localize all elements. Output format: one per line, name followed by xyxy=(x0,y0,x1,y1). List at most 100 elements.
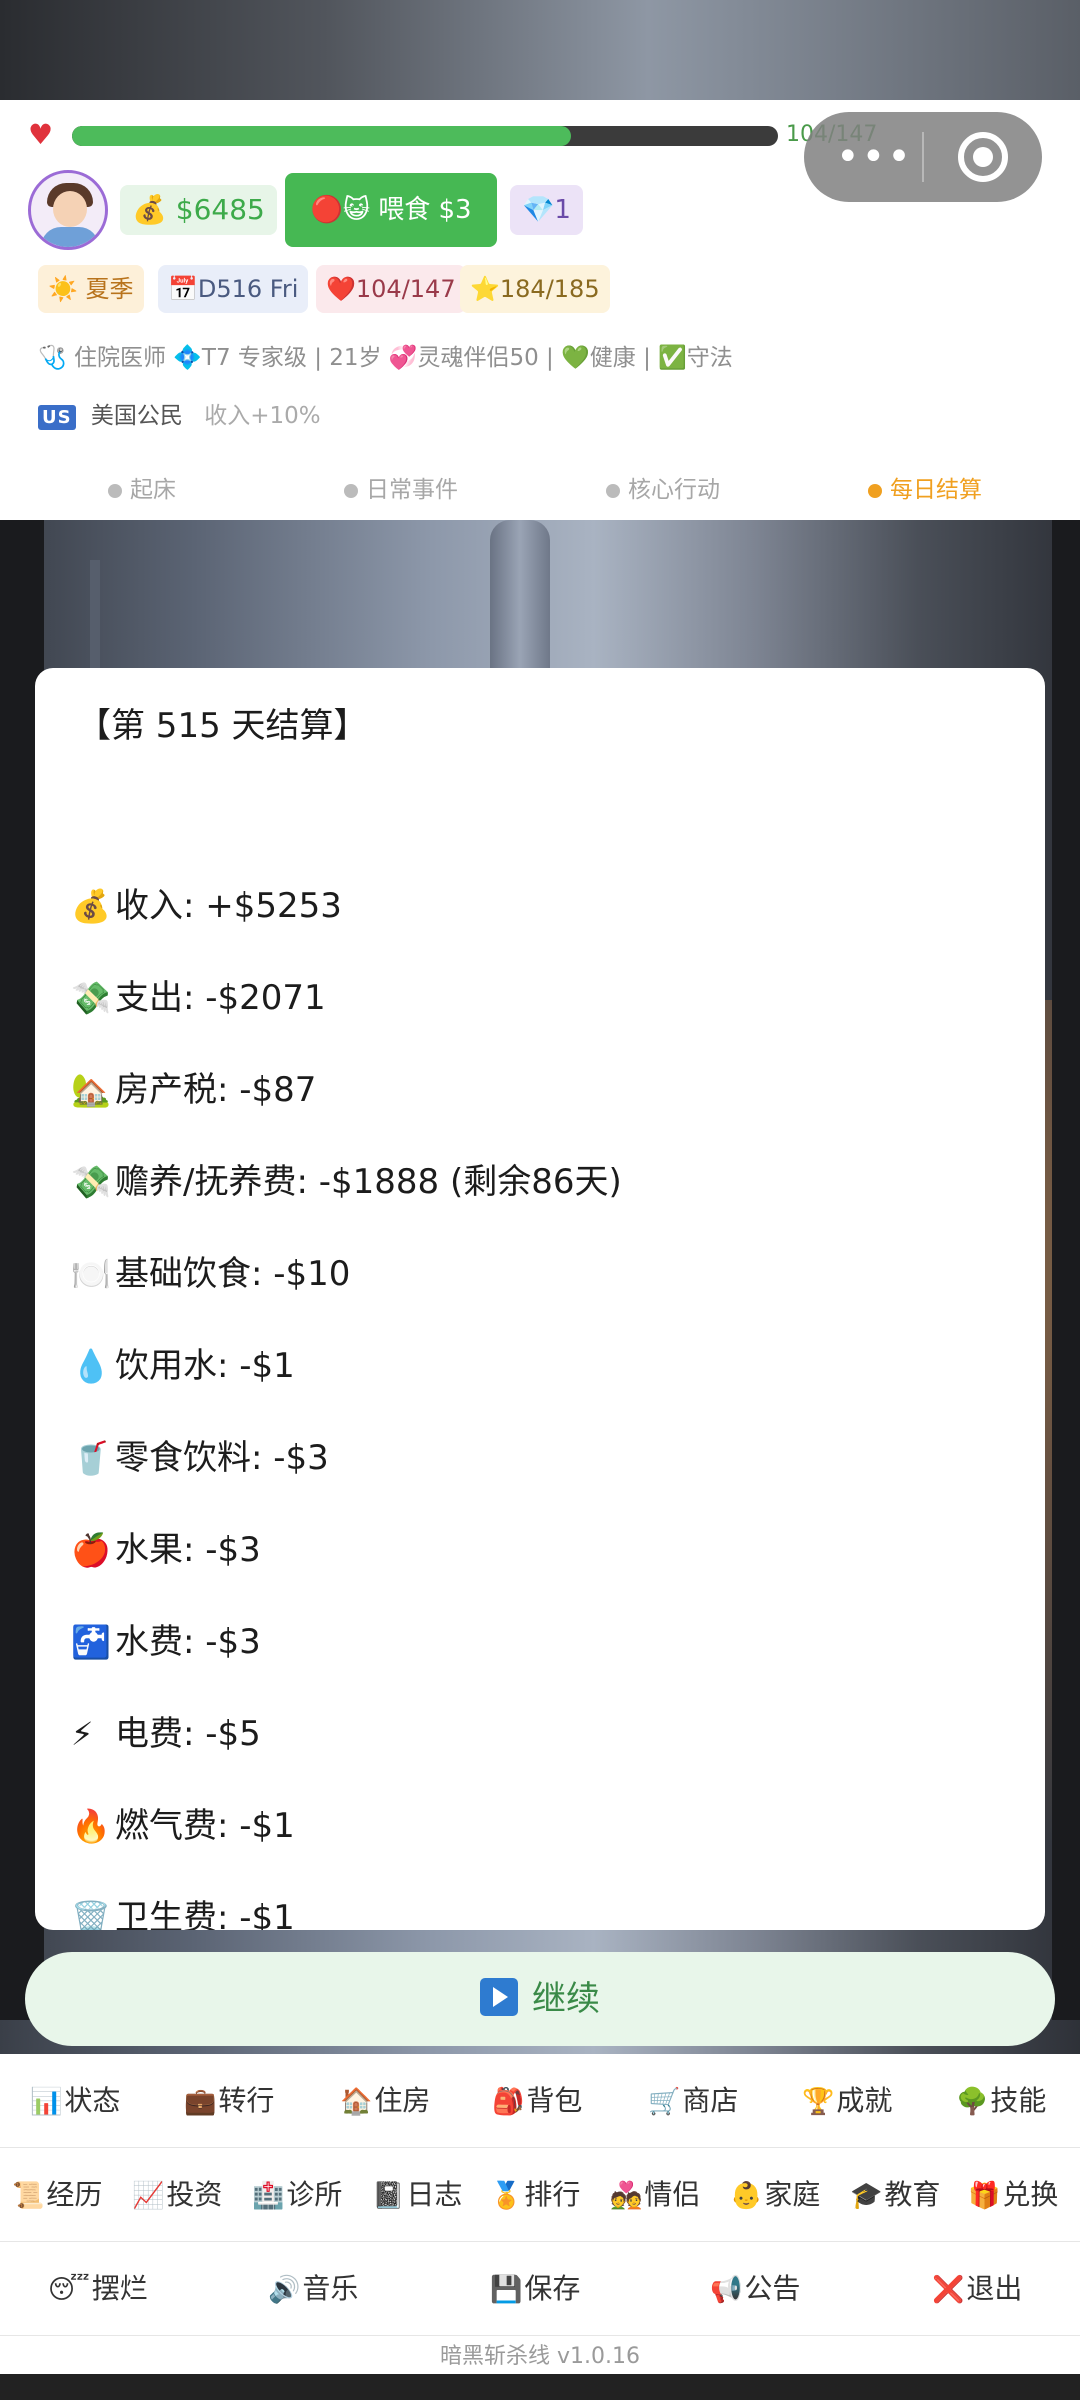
baby-icon: 👶 xyxy=(730,2181,763,2211)
line-text: 支出: -$2071 xyxy=(115,978,326,1018)
line-icon: 💧 xyxy=(71,1347,111,1385)
menu-item-skills[interactable]: 🌳技能 xyxy=(956,2054,1046,2148)
settlement-line: 🏡 房产税: -$87 xyxy=(71,1062,1011,1154)
settlement-line: 🗑️ 卫生费: -$1 xyxy=(71,1890,1011,1930)
status-line: 🩺 住院医师 💠T7 专家级 | 21岁 💞灵魂伴侣50 | 💚健康 | ✅守法 xyxy=(38,345,733,371)
line-icon: 🔥 xyxy=(71,1807,111,1845)
menu-label: 投资 xyxy=(166,2178,223,2211)
settlement-line: 🥤 零食饮料: -$3 xyxy=(71,1430,1011,1522)
capsule-divider xyxy=(922,132,924,182)
medal-icon: 🏅 xyxy=(490,2181,523,2211)
menu-row-1: 📊状态 💼转行 🏠住房 🎒背包 🛒商店 🏆成就 🌳技能 xyxy=(0,2054,1080,2148)
menu-item-redeem[interactable]: 🎁兑换 xyxy=(968,2148,1058,2242)
line-text: 电费: -$5 xyxy=(115,1714,261,1754)
cart-icon: 🛒 xyxy=(648,2087,681,2117)
menu-item-family[interactable]: 👶家庭 xyxy=(730,2148,820,2242)
phase-label: 每日结算 xyxy=(890,477,982,503)
menu-item-housing[interactable]: 🏠住房 xyxy=(340,2054,430,2148)
settlement-card[interactable]: 【第 515 天结算】 💰 收入: +$5253 💸 支出: -$2071 🏡 房产税… xyxy=(35,668,1045,1930)
play-icon xyxy=(480,1978,518,2016)
line-text: 燃气费: -$1 xyxy=(115,1806,295,1846)
hospital-icon: 🏥 xyxy=(252,2181,285,2211)
line-icon: 🥤 xyxy=(71,1439,111,1477)
menu-item-status[interactable]: 📊状态 xyxy=(30,2054,120,2148)
settlement-line: 🍎 水果: -$3 xyxy=(71,1522,1011,1614)
menu-row-2: 📜经历 📈投资 🏥诊所 📓日志 🏅排行 💑情侣 👶家庭 🎓教育 🎁兑换 xyxy=(0,2148,1080,2242)
phase-dot xyxy=(868,483,882,498)
star-tag: ⭐184/185 xyxy=(460,265,610,313)
graduation-cap-icon: 🎓 xyxy=(850,2181,883,2211)
menu-item-clinic[interactable]: 🏥诊所 xyxy=(252,2148,342,2242)
phase-label: 日常事件 xyxy=(366,477,458,503)
menu-item-exit[interactable]: ❌退出 xyxy=(932,2242,1022,2336)
us-flag-icon: US xyxy=(38,405,76,430)
season-tag: ☀️ 夏季 xyxy=(38,265,144,313)
settlement-line: 🍽️ 基础饮食: -$10 xyxy=(71,1246,1011,1338)
menu-item-backpack[interactable]: 🎒背包 xyxy=(492,2054,582,2148)
phase-core-action: 核心行动 xyxy=(606,470,720,504)
menu-label: 公告 xyxy=(744,2272,801,2305)
hp-bar xyxy=(72,126,778,146)
menu-label: 成就 xyxy=(836,2084,893,2117)
menu-label: 诊所 xyxy=(286,2178,343,2211)
menu-item-shop[interactable]: 🛒商店 xyxy=(648,2054,738,2148)
menu-label: 音乐 xyxy=(302,2272,359,2305)
menu-item-save[interactable]: 💾保存 xyxy=(490,2242,580,2336)
settlement-title: 【第 515 天结算】 xyxy=(77,706,368,746)
feed-button[interactable]: 🔴😺 喂食 $3 xyxy=(285,173,497,247)
line-text: 饮用水: -$1 xyxy=(115,1346,295,1386)
menu-item-log[interactable]: 📓日志 xyxy=(372,2148,462,2242)
miniprogram-capsule: ••• xyxy=(804,112,1042,202)
background-top-strip xyxy=(0,0,1080,100)
gift-icon: 🎁 xyxy=(968,2181,1001,2211)
menu-item-career-change[interactable]: 💼转行 xyxy=(184,2054,274,2148)
hp-bar-fill xyxy=(72,126,572,146)
citizenship-name: 美国公民 xyxy=(90,403,183,429)
menu-item-achievements[interactable]: 🏆成就 xyxy=(802,2054,892,2148)
settlement-line: 💧 饮用水: -$1 xyxy=(71,1338,1011,1430)
menu-label: 商店 xyxy=(682,2084,739,2117)
phase-label: 核心行动 xyxy=(628,477,720,503)
phase-steps: 起床 日常事件 核心行动 每日结算 xyxy=(0,470,1080,510)
line-icon: ⚡ xyxy=(71,1715,94,1753)
phase-daily-events: 日常事件 xyxy=(344,470,458,504)
briefcase-icon: 💼 xyxy=(184,2087,217,2117)
chart-icon: 📊 xyxy=(30,2087,63,2117)
menu-label: 摆烂 xyxy=(91,2272,148,2305)
line-icon: 🏡 xyxy=(71,1071,111,1109)
bottom-menu: 📊状态 💼转行 🏠住房 🎒背包 🛒商店 🏆成就 🌳技能 📜经历 📈投资 🏥诊所 … xyxy=(0,2054,1080,2374)
line-icon: 💸 xyxy=(71,1163,111,1201)
settlement-line: 🚰 水费: -$3 xyxy=(71,1614,1011,1706)
tree-icon: 🌳 xyxy=(956,2087,989,2117)
sleepy-face-icon: 😴 xyxy=(48,2275,90,2305)
money-badge: 💰 $6485 xyxy=(120,185,277,235)
line-text: 水费: -$3 xyxy=(115,1622,261,1662)
menu-label: 教育 xyxy=(884,2178,941,2211)
gem-badge: 💎1 xyxy=(510,185,583,235)
settlement-lines: 💰 收入: +$5253 💸 支出: -$2071 🏡 房产税: -$87 💸 赡养/抚… xyxy=(71,878,1011,1930)
menu-item-invest[interactable]: 📈投资 xyxy=(132,2148,222,2242)
avatar[interactable] xyxy=(28,170,108,250)
settlement-line: ⚡ 电费: -$5 xyxy=(71,1706,1011,1798)
menu-item-education[interactable]: 🎓教育 xyxy=(850,2148,940,2242)
floppy-disk-icon: 💾 xyxy=(490,2275,523,2305)
continue-label: 继续 xyxy=(532,1979,600,2019)
line-text: 卫生费: -$1 xyxy=(115,1898,295,1930)
notebook-icon: 📓 xyxy=(372,2181,405,2211)
menu-item-history[interactable]: 📜经历 xyxy=(12,2148,102,2242)
menu-item-partner[interactable]: 💑情侣 xyxy=(610,2148,700,2242)
menu-item-announcement[interactable]: 📢公告 xyxy=(710,2242,800,2336)
menu-label: 转行 xyxy=(218,2084,275,2117)
line-text: 基础饮食: -$10 xyxy=(115,1254,351,1294)
menu-item-slack-off[interactable]: 😴摆烂 xyxy=(48,2242,148,2336)
more-icon[interactable]: ••• xyxy=(836,134,913,180)
menu-label: 情侣 xyxy=(644,2178,701,2211)
close-target-icon[interactable] xyxy=(958,132,1008,182)
phase-dot xyxy=(108,483,122,498)
continue-button[interactable]: 继续 xyxy=(25,1952,1055,2046)
menu-item-ranking[interactable]: 🏅排行 xyxy=(490,2148,580,2242)
menu-item-music[interactable]: 🔊音乐 xyxy=(268,2242,358,2336)
line-text: 水果: -$3 xyxy=(115,1530,261,1570)
phase-label: 起床 xyxy=(130,477,176,503)
hp-row: ♥ 104/147 xyxy=(28,120,888,150)
